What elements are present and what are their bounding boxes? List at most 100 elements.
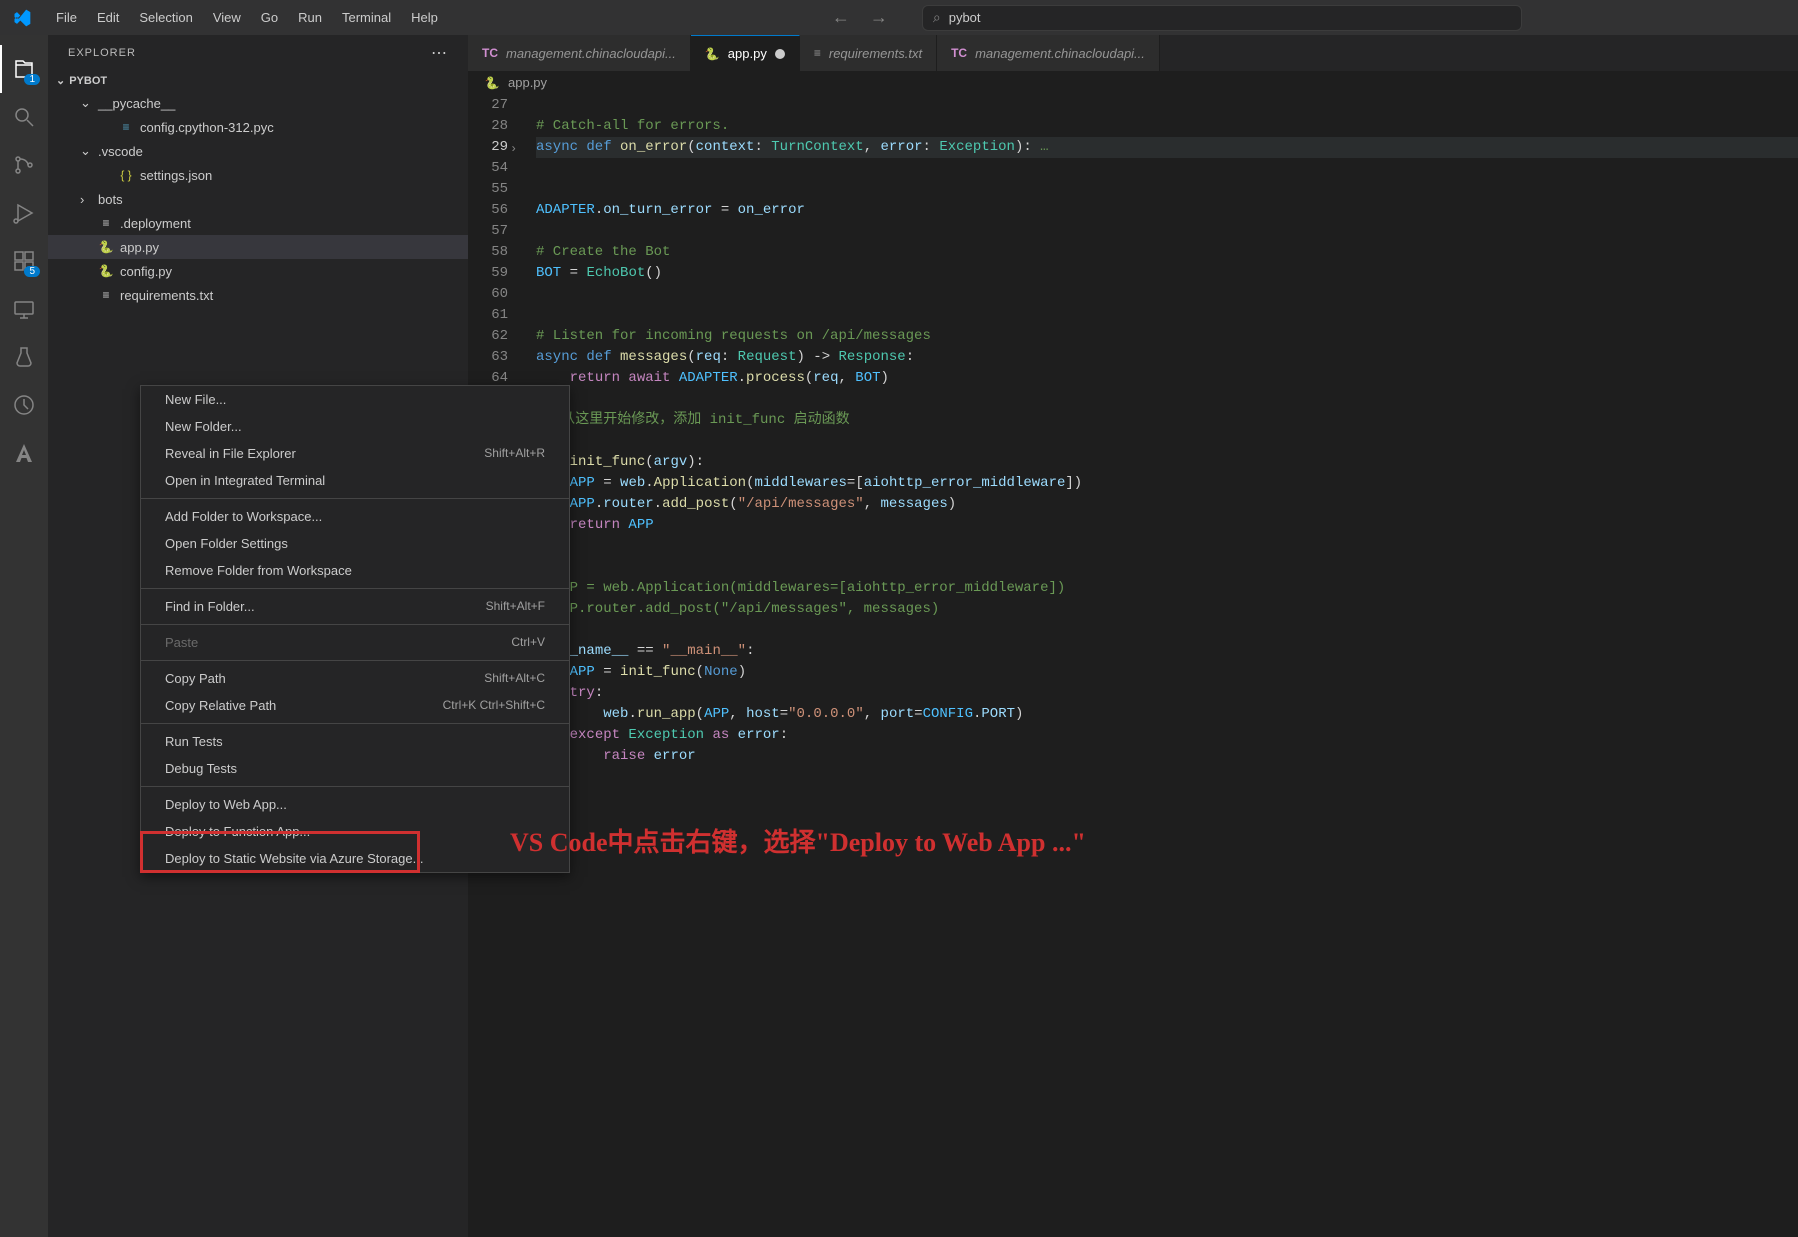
file-item[interactable]: 🐍config.py — [48, 259, 468, 283]
line-number: 54 — [468, 158, 508, 179]
context-menu-item[interactable]: Find in Folder...Shift+Alt+F — [141, 593, 569, 620]
more-actions-icon[interactable]: ⋯ — [431, 43, 448, 63]
code-line[interactable] — [536, 284, 1798, 305]
activity-search-icon[interactable] — [0, 93, 48, 141]
context-menu-item[interactable]: Deploy to Function App... — [141, 818, 569, 845]
activity-explorer-icon[interactable]: 1 — [0, 45, 48, 93]
activity-run-debug-icon[interactable] — [0, 189, 48, 237]
code-line[interactable] — [536, 305, 1798, 326]
activity-remote-icon[interactable] — [0, 285, 48, 333]
nav-back-icon[interactable]: ← — [832, 7, 850, 28]
menu-selection[interactable]: Selection — [129, 6, 202, 29]
code-line[interactable] — [536, 431, 1798, 452]
code-line[interactable]: ADAPTER.on_turn_error = on_error — [536, 200, 1798, 221]
text-file-icon: ≡ — [814, 46, 821, 60]
code-line[interactable] — [536, 767, 1798, 788]
code-line[interactable]: BOT = EchoBot() — [536, 263, 1798, 284]
collapse-indicator-icon[interactable]: › — [510, 139, 517, 160]
code-line[interactable]: except Exception as error: — [536, 725, 1798, 746]
code-line[interactable]: # Create the Bot — [536, 242, 1798, 263]
menu-edit[interactable]: Edit — [87, 6, 129, 29]
chevron-icon: ⌄ — [80, 95, 92, 111]
code-line[interactable]: APP = init_func(None) — [536, 662, 1798, 683]
code-line[interactable] — [536, 179, 1798, 200]
file-item[interactable]: { }settings.json — [48, 163, 468, 187]
file-item[interactable]: ≡.deployment — [48, 211, 468, 235]
line-number: 27 — [468, 95, 508, 116]
menu-help[interactable]: Help — [401, 6, 448, 29]
file-item[interactable]: ≡requirements.txt — [48, 283, 468, 307]
context-menu-item[interactable]: New File... — [141, 386, 569, 413]
folder-root[interactable]: ⌄ PYBOT — [48, 70, 468, 91]
explorer-sidebar: EXPLORER ⋯ ⌄ PYBOT ⌄__pycache__≡config.c… — [48, 35, 468, 1237]
code-line[interactable]: APP.router.add_post("/api/messages", mes… — [536, 494, 1798, 515]
code-line[interactable]: APP = web.Application(middlewares=[aioht… — [536, 473, 1798, 494]
menu-item-label: New Folder... — [165, 419, 242, 434]
activity-azure-a-icon[interactable] — [0, 429, 48, 477]
context-menu-item[interactable]: Deploy to Web App... — [141, 791, 569, 818]
menu-file[interactable]: File — [46, 6, 87, 29]
code-line[interactable]: def init_func(argv): — [536, 452, 1798, 473]
title-bar: FileEditSelectionViewGoRunTerminalHelp ←… — [0, 0, 1798, 35]
file-item[interactable]: ≡config.cpython-312.pyc — [48, 115, 468, 139]
editor-tab[interactable]: 🐍app.py — [691, 35, 800, 71]
code-line[interactable]: try: — [536, 683, 1798, 704]
menu-item-label: Open in Integrated Terminal — [165, 473, 325, 488]
context-menu-item[interactable]: Remove Folder from Workspace — [141, 557, 569, 584]
activity-extensions-icon[interactable]: 5 — [0, 237, 48, 285]
line-number: 59 — [468, 263, 508, 284]
menu-go[interactable]: Go — [251, 6, 288, 29]
context-menu-item[interactable]: New Folder... — [141, 413, 569, 440]
context-menu-item[interactable]: Debug Tests — [141, 755, 569, 782]
code-line[interactable]: return await ADAPTER.process(req, BOT) — [536, 368, 1798, 389]
code-line[interactable] — [536, 536, 1798, 557]
breadcrumb[interactable]: 🐍 app.py — [468, 71, 1798, 95]
menu-item-label: Paste — [165, 635, 198, 650]
menu-view[interactable]: View — [203, 6, 251, 29]
editor-tab[interactable]: ≡requirements.txt — [800, 35, 937, 71]
activity-source-control-icon[interactable] — [0, 141, 48, 189]
folder-item[interactable]: ⌄.vscode — [48, 139, 468, 163]
context-menu-item[interactable]: Deploy to Static Website via Azure Stora… — [141, 845, 569, 872]
activity-testing-icon[interactable] — [0, 333, 48, 381]
context-menu-item[interactable]: Run Tests — [141, 728, 569, 755]
code-line[interactable]: async def messages(req: Request) -> Resp… — [536, 347, 1798, 368]
folder-item[interactable]: ⌄__pycache__ — [48, 91, 468, 115]
code-line[interactable]: # Listen for incoming requests on /api/m… — [536, 326, 1798, 347]
menu-terminal[interactable]: Terminal — [332, 6, 401, 29]
editor-tab[interactable]: TCmanagement.chinacloudapi... — [937, 35, 1160, 71]
context-menu-item[interactable]: Add Folder to Workspace... — [141, 503, 569, 530]
command-center-search[interactable]: ⌕ pybot — [922, 5, 1522, 31]
activity-azure-icon[interactable] — [0, 381, 48, 429]
dirty-indicator-icon — [775, 49, 785, 59]
chevron-icon: › — [80, 192, 92, 207]
menu-separator — [141, 498, 569, 499]
editor-tab[interactable]: TCmanagement.chinacloudapi... — [468, 35, 691, 71]
code-line[interactable] — [536, 620, 1798, 641]
context-menu-item[interactable]: Open Folder Settings — [141, 530, 569, 557]
code-line[interactable] — [536, 221, 1798, 242]
folder-item[interactable]: ›bots — [48, 187, 468, 211]
code-content[interactable]: # Catch-all for errors.›async def on_err… — [528, 95, 1798, 1237]
menu-run[interactable]: Run — [288, 6, 332, 29]
code-line[interactable] — [536, 158, 1798, 179]
code-line[interactable]: ## 从这里开始修改，添加 init_func 启动函数 — [536, 410, 1798, 431]
nav-forward-icon[interactable]: → — [870, 7, 888, 28]
code-line[interactable]: raise error — [536, 746, 1798, 767]
code-line[interactable]: return APP — [536, 515, 1798, 536]
code-line[interactable]: # APP.router.add_post("/api/messages", m… — [536, 599, 1798, 620]
context-menu-item[interactable]: Open in Integrated Terminal — [141, 467, 569, 494]
file-item[interactable]: 🐍app.py — [48, 235, 468, 259]
code-line[interactable]: if __name__ == "__main__": — [536, 641, 1798, 662]
context-menu-item[interactable]: Reveal in File ExplorerShift+Alt+R — [141, 440, 569, 467]
context-menu-item[interactable]: Copy Relative PathCtrl+K Ctrl+Shift+C — [141, 692, 569, 719]
code-line[interactable]: web.run_app(APP, host="0.0.0.0", port=CO… — [536, 704, 1798, 725]
code-line[interactable]: # APP = web.Application(middlewares=[aio… — [536, 578, 1798, 599]
code-line[interactable] — [536, 557, 1798, 578]
code-editor[interactable]: 2728295455565758596061626364656667686970… — [468, 95, 1798, 1237]
context-menu-item[interactable]: Copy PathShift+Alt+C — [141, 665, 569, 692]
code-line[interactable] — [536, 389, 1798, 410]
code-line[interactable]: # Catch-all for errors. — [536, 116, 1798, 137]
code-line[interactable] — [536, 95, 1798, 116]
code-line[interactable]: ›async def on_error(context: TurnContext… — [536, 137, 1798, 158]
